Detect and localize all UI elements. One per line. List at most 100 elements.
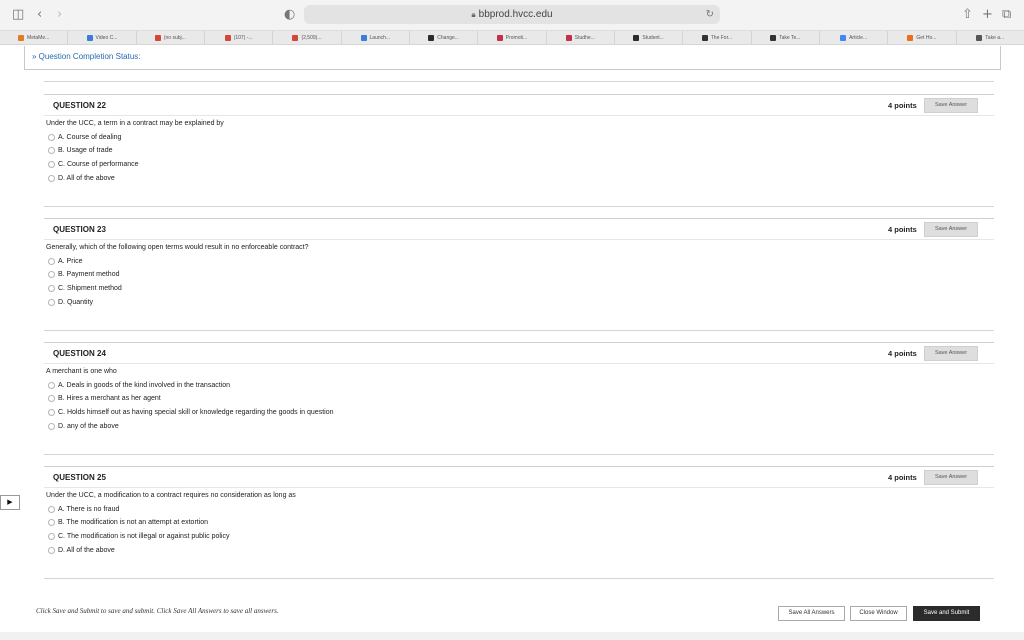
option-label: A. Course of dealing xyxy=(58,133,122,141)
favorite-item[interactable]: Take a... xyxy=(957,31,1024,44)
sidebar-icon[interactable]: ◫ xyxy=(12,8,24,22)
favorite-label: Student... xyxy=(642,34,664,41)
radio-button[interactable] xyxy=(48,381,55,389)
question-text: A merchant is one who xyxy=(46,368,117,375)
radio-button[interactable] xyxy=(48,408,55,416)
test-page: » Question Completion Status: QUESTION 2… xyxy=(0,46,1024,640)
close-window-button[interactable]: Close Window xyxy=(850,606,907,621)
favicon xyxy=(565,34,572,41)
question-title: QUESTION 22 xyxy=(53,101,106,110)
reload-icon[interactable]: ↻ xyxy=(706,5,714,24)
save-all-answers-button[interactable]: Save All Answers xyxy=(778,606,845,621)
privacy-shield-icon[interactable]: ◐ xyxy=(284,8,295,22)
radio-button[interactable] xyxy=(48,518,55,526)
radio-button[interactable] xyxy=(48,270,55,278)
play-arrow-icon[interactable]: ▶ xyxy=(0,495,20,510)
answer-option[interactable]: C. Course of performance xyxy=(48,159,139,169)
option-label: A. There is no fraud xyxy=(58,505,120,513)
new-tab-icon[interactable]: + xyxy=(982,8,993,22)
answer-option[interactable]: B. Usage of trade xyxy=(48,145,112,155)
question-text: Under the UCC, a modification to a contr… xyxy=(46,492,296,499)
favicon xyxy=(907,34,914,41)
favorite-item[interactable]: Promoti... xyxy=(478,31,547,44)
answer-option[interactable]: C. The modification is not illegal or ag… xyxy=(48,531,229,541)
radio-button[interactable] xyxy=(48,532,55,540)
favorite-item[interactable]: Change... xyxy=(410,31,479,44)
answer-option[interactable]: D. Quantity xyxy=(48,297,93,307)
favorite-label: Take a... xyxy=(985,34,1005,41)
favorite-item[interactable]: Article... xyxy=(820,31,889,44)
radio-button[interactable] xyxy=(48,505,55,513)
favorite-label: Promoti... xyxy=(505,34,528,41)
favorite-item[interactable]: (no subj... xyxy=(137,31,205,44)
favorite-item[interactable]: MetaMe... xyxy=(0,31,69,44)
question-header: QUESTION 23 4 points Save Answer xyxy=(44,218,994,240)
address-bar[interactable]: 🔒︎ bbprod.hvcc.edu ↻ xyxy=(304,5,720,24)
favicon xyxy=(976,34,983,41)
option-label: B. The modification is not an attempt at… xyxy=(58,518,209,526)
favorite-label: Studhe... xyxy=(574,34,595,41)
favorite-item[interactable]: (107) -... xyxy=(205,31,274,44)
favicon xyxy=(86,34,93,41)
answer-option[interactable]: C. Holds himself out as having special s… xyxy=(48,407,334,417)
question-text: Generally, which of the following open t… xyxy=(46,244,309,251)
save-answer-button[interactable]: Save Answer xyxy=(924,470,978,485)
favicon xyxy=(633,34,640,41)
answer-option[interactable]: A. There is no fraud xyxy=(48,504,119,514)
favorite-label: Launch... xyxy=(369,34,391,41)
answer-option[interactable]: D. All of the above xyxy=(48,173,115,183)
radio-button[interactable] xyxy=(48,257,55,265)
radio-button[interactable] xyxy=(48,174,55,182)
back-icon[interactable]: ‹ xyxy=(37,8,42,22)
favorite-item[interactable]: Video C... xyxy=(68,31,137,44)
divider xyxy=(44,330,994,331)
favorite-item[interactable]: The For... xyxy=(683,31,752,44)
radio-button[interactable] xyxy=(48,284,55,292)
favorite-item[interactable]: Studhe... xyxy=(547,31,615,44)
favorite-item[interactable]: Launch... xyxy=(342,31,410,44)
answer-option[interactable]: D. All of the above xyxy=(48,545,115,555)
tab-overview-icon[interactable]: ⧉ xyxy=(1002,8,1011,22)
question-points: 4 points xyxy=(888,349,917,358)
favorite-item[interactable]: Take Te... xyxy=(752,31,820,44)
answer-option[interactable]: C. Shipment method xyxy=(48,283,122,293)
question-header: QUESTION 22 4 points Save Answer xyxy=(44,94,994,116)
radio-button[interactable] xyxy=(48,298,55,306)
favorite-item[interactable]: Get Ho... xyxy=(888,31,957,44)
share-icon[interactable]: ⇧ xyxy=(962,8,973,22)
forward-icon[interactable]: › xyxy=(57,8,62,22)
favorite-label: (no subj... xyxy=(163,34,186,41)
favicon xyxy=(496,34,503,41)
option-label: B. Usage of trade xyxy=(58,146,113,154)
answer-option[interactable]: B. The modification is not an attempt at… xyxy=(48,517,208,527)
question-title: QUESTION 23 xyxy=(53,225,106,234)
save-answer-button[interactable]: Save Answer xyxy=(924,346,978,361)
save-answer-button[interactable]: Save Answer xyxy=(924,98,978,113)
favicon xyxy=(840,34,847,41)
radio-button[interactable] xyxy=(48,133,55,141)
divider xyxy=(44,578,994,579)
radio-button[interactable] xyxy=(48,394,55,402)
answer-option[interactable]: D. any of the above xyxy=(48,421,119,431)
lock-icon: 🔒︎ xyxy=(471,10,476,19)
save-answer-button[interactable]: Save Answer xyxy=(924,222,978,237)
radio-button[interactable] xyxy=(48,146,55,154)
favorite-item[interactable]: Student... xyxy=(615,31,684,44)
question-title: QUESTION 24 xyxy=(53,349,106,358)
divider xyxy=(44,206,994,207)
answer-option[interactable]: A. Course of dealing xyxy=(48,132,121,142)
answer-option[interactable]: B. Payment method xyxy=(48,269,119,279)
favicon xyxy=(360,34,367,41)
answer-option[interactable]: B. Hires a merchant as her agent xyxy=(48,393,161,403)
save-and-submit-button[interactable]: Save and Submit xyxy=(913,606,980,621)
radio-button[interactable] xyxy=(48,422,55,430)
bottom-strip xyxy=(0,632,1024,640)
radio-button[interactable] xyxy=(48,160,55,168)
option-label: C. The modification is not illegal or ag… xyxy=(58,532,230,540)
favorite-item[interactable]: (2,509)... xyxy=(273,31,342,44)
radio-button[interactable] xyxy=(48,546,55,554)
answer-option[interactable]: A. Price xyxy=(48,256,83,266)
favicon xyxy=(701,34,708,41)
completion-status-toggle[interactable]: » Question Completion Status: xyxy=(32,52,141,61)
answer-option[interactable]: A. Deals in goods of the kind involved i… xyxy=(48,380,230,390)
